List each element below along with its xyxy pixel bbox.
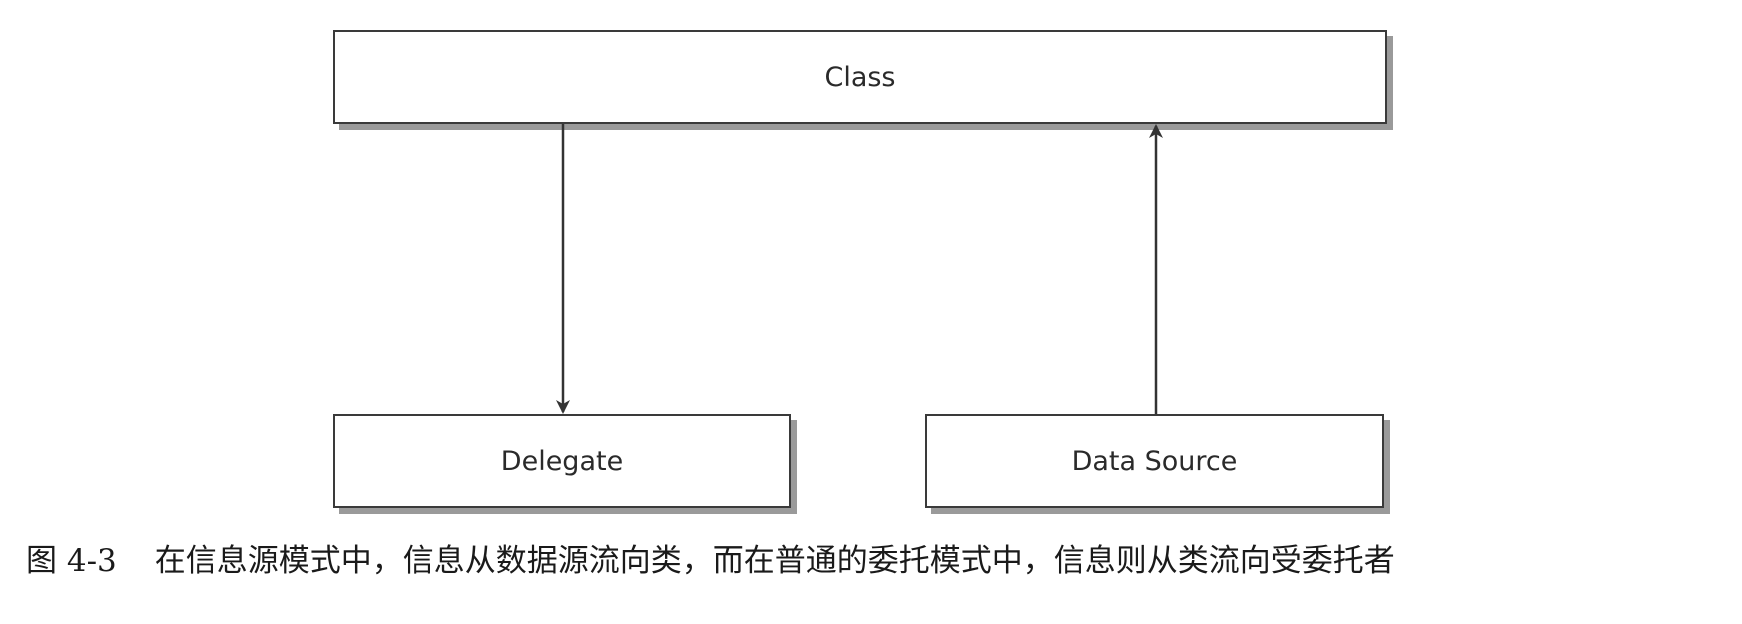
figure-caption: 图 4-3 在信息源模式中，信息从数据源流向类，而在普通的委托模式中，信息则从类… xyxy=(26,530,1395,584)
figure-caption-text: 在信息源模式中，信息从数据源流向类，而在普通的委托模式中，信息则从类流向受委托者 xyxy=(154,542,1395,579)
class-node-label: Class xyxy=(824,61,896,93)
figure-number: 图 4-3 xyxy=(26,542,117,579)
data-source-node-label: Data Source xyxy=(1071,445,1238,477)
delegate-node-label: Delegate xyxy=(500,445,624,477)
class-node: Class xyxy=(333,30,1387,124)
data-source-node: Data Source xyxy=(925,414,1384,508)
delegate-node: Delegate xyxy=(333,414,791,508)
